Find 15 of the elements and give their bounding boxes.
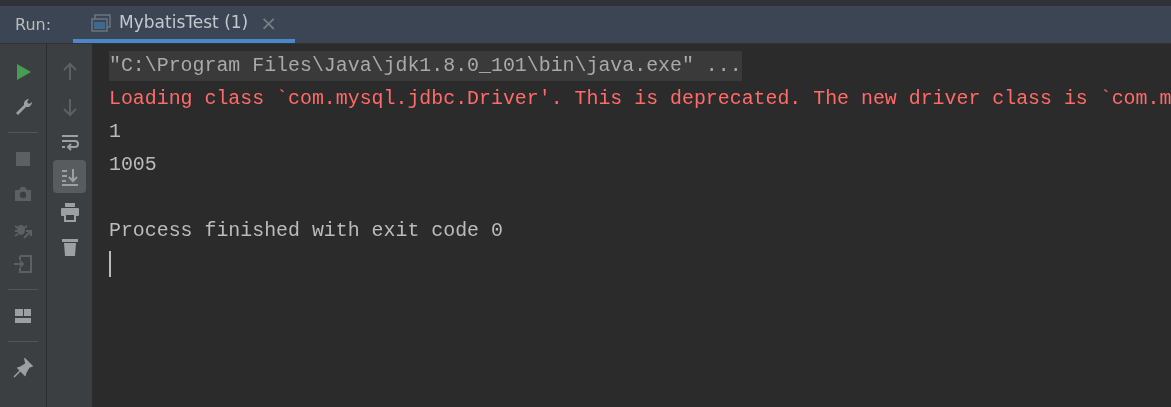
- scroll-to-end-icon: [59, 166, 80, 187]
- pin-icon: [13, 357, 33, 378]
- text-cursor: [109, 250, 111, 277]
- run-label: Run:: [15, 13, 52, 36]
- output-line: Process finished with exit code 0: [109, 218, 503, 244]
- tab-label: MybatisTest (1): [119, 10, 249, 34]
- printer-icon: [59, 201, 80, 222]
- exit-icon: [13, 253, 33, 274]
- output-line: 1: [109, 119, 121, 145]
- trash-icon: [59, 236, 80, 257]
- run-tab[interactable]: MybatisTest (1) ×: [73, 6, 295, 43]
- window-icon: [91, 13, 112, 32]
- scroll-to-end-icon-button[interactable]: [53, 160, 86, 193]
- output-line: 1005: [109, 152, 157, 178]
- error-message: Loading class `com.mysql.jdbc.Driver'. This is deprecated. The new driver class is `com.m: [109, 86, 1171, 112]
